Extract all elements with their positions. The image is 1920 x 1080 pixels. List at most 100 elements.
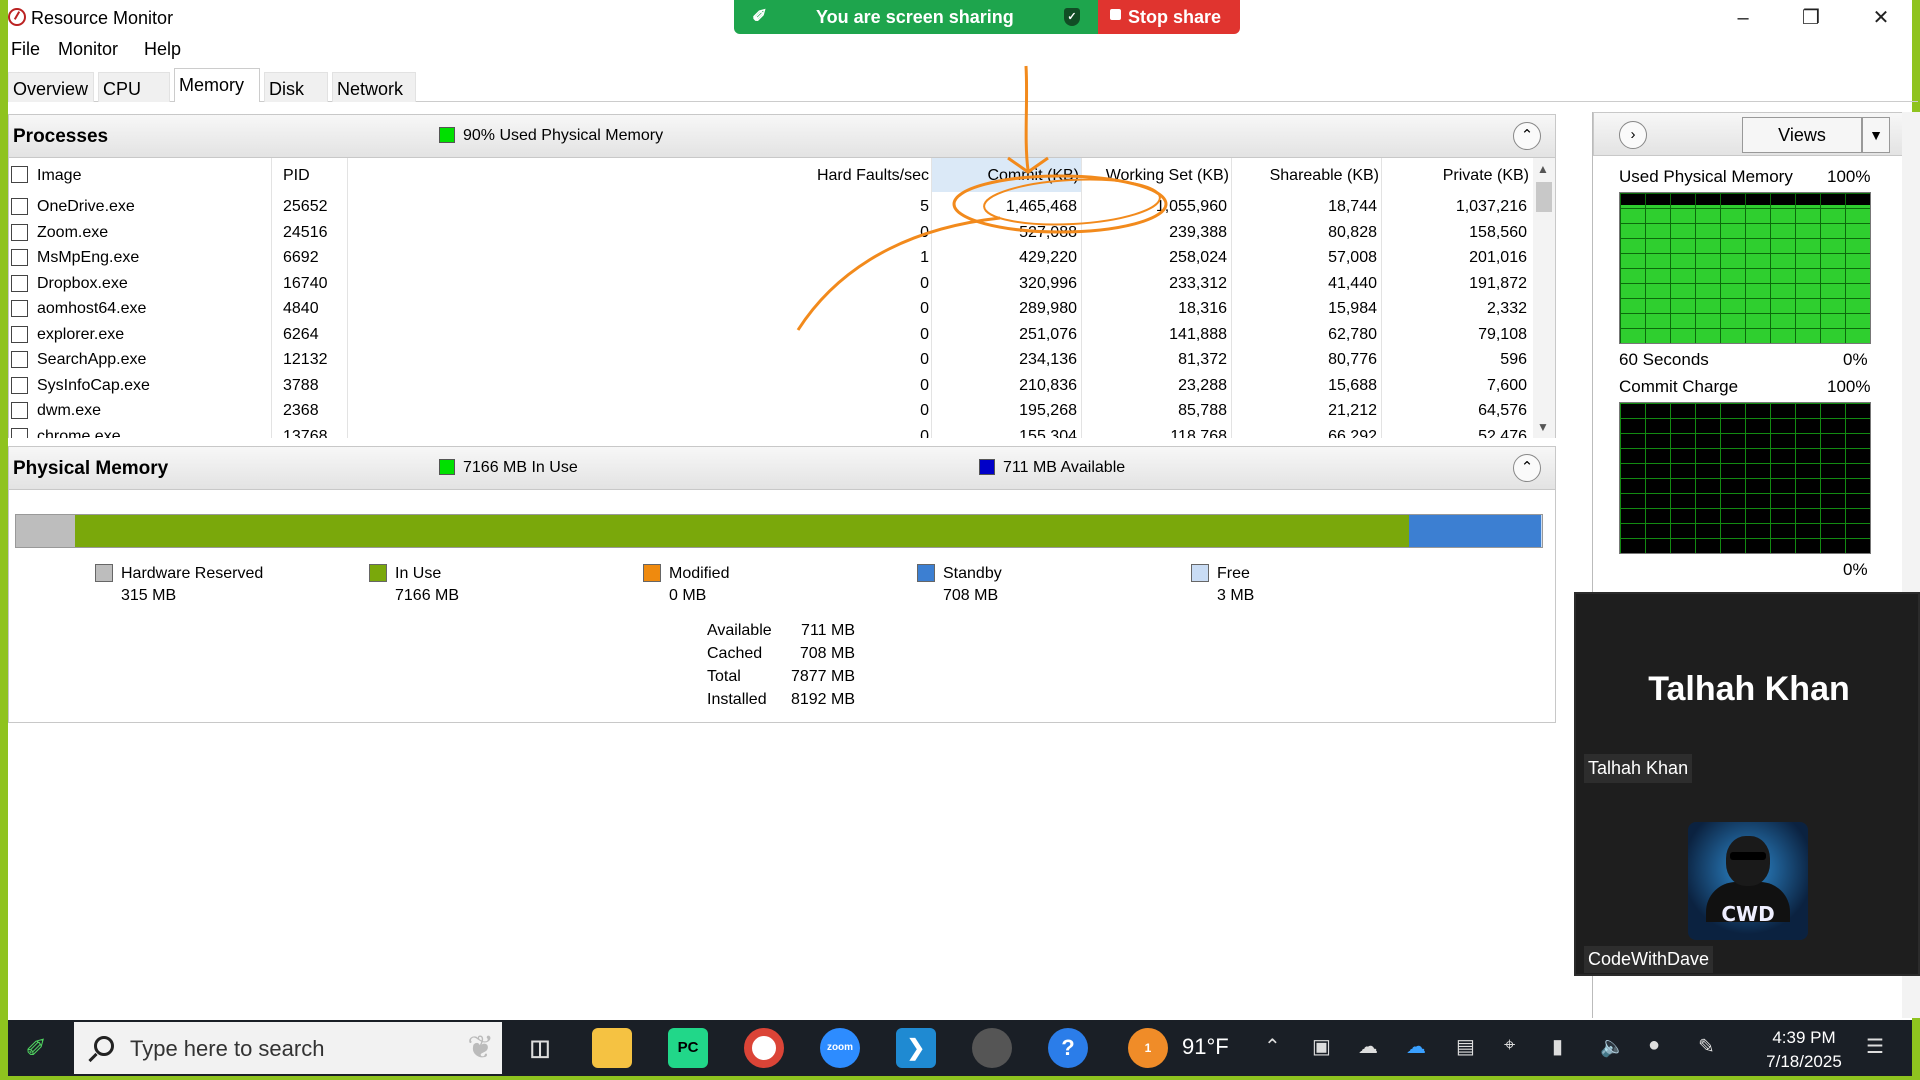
scroll-up-arrow-icon[interactable]: ▲ [1537, 162, 1549, 176]
cell-private: 158,560 [1469, 223, 1527, 241]
cell-commit: 195,268 [1019, 402, 1077, 419]
panel-toggle-arrow-icon[interactable]: › [1619, 121, 1647, 149]
meet-now-icon[interactable]: ▣ [1312, 1034, 1331, 1059]
in-use-label: In Use [395, 565, 442, 582]
row-checkbox[interactable] [11, 274, 28, 292]
cell-working-set: 85,788 [1178, 402, 1227, 419]
modified-label: Modified [669, 565, 730, 582]
physical-memory-header[interactable]: Physical Memory 7166 MB In Use 711 MB Av… [8, 446, 1556, 490]
file-explorer-icon[interactable] [592, 1028, 632, 1068]
menu-help[interactable]: Help [144, 39, 181, 60]
video-participant-tile[interactable]: Talhah Khan Talhah Khan CWD CodeWithDave [1574, 592, 1920, 976]
row-checkbox[interactable] [11, 351, 28, 368]
onedrive-blue-cloud-icon[interactable]: ☁ [1406, 1034, 1426, 1059]
table-row[interactable]: explorer.exe 6264 0 251,076 141,888 62,780 79,… [9, 322, 1529, 348]
notifications-icon[interactable]: ☰ [1866, 1034, 1884, 1059]
microphone-icon[interactable]: ● [1648, 1034, 1660, 1057]
stop-share-button[interactable]: Stop share [1098, 0, 1240, 34]
row-checkbox[interactable] [11, 223, 28, 241]
col-hard-faults[interactable]: Hard Faults/sec [769, 158, 929, 192]
help-icon[interactable]: ? [1048, 1028, 1088, 1068]
weather-icon[interactable]: 1 [1128, 1028, 1168, 1068]
show-hidden-icons-chevron-icon[interactable]: ⌃ [1264, 1034, 1281, 1059]
cell-pid: 6264 [283, 325, 319, 343]
cell-hard-faults: 0 [920, 223, 929, 241]
weather-temperature[interactable]: 91°F [1182, 1034, 1229, 1060]
cell-private: 2,332 [1486, 300, 1527, 317]
row-checkbox[interactable] [11, 198, 28, 215]
tab-network[interactable]: Network [332, 72, 416, 102]
onedrive-cloud-icon[interactable]: ☁ [1358, 1034, 1378, 1059]
table-row[interactable]: MsMpEng.exe 6692 1 429,220 258,024 57,008 201,… [9, 245, 1529, 271]
row-checkbox[interactable] [11, 376, 28, 394]
col-commit[interactable]: Commit (KB) [931, 158, 1079, 192]
tab-memory[interactable]: Memory [174, 68, 260, 102]
pycharm-icon[interactable]: PC [668, 1028, 708, 1068]
row-checkbox[interactable] [11, 300, 28, 317]
minimize-button[interactable]: – [1720, 4, 1766, 32]
col-pid[interactable]: PID [283, 158, 310, 192]
table-row[interactable]: Zoom.exe 24516 0 527,088 239,388 80,828 158,56… [9, 220, 1529, 246]
col-shareable[interactable]: Shareable (KB) [1233, 158, 1379, 192]
col-private[interactable]: Private (KB) [1383, 158, 1529, 192]
maximize-button[interactable]: ❐ [1788, 4, 1834, 32]
physical-memory-collapse-button[interactable]: ⌃ [1513, 454, 1541, 482]
display-icon[interactable]: ▤ [1456, 1034, 1475, 1059]
row-checkbox[interactable] [11, 427, 28, 438]
zoom-icon[interactable]: zoom [820, 1028, 860, 1068]
stat-cached-value: 708 MB [799, 645, 855, 662]
table-row[interactable]: Dropbox.exe 16740 0 320,996 233,312 41,440 191… [9, 271, 1529, 297]
table-row[interactable]: SearchApp.exe 12132 0 234,136 81,372 80,776 59… [9, 347, 1529, 373]
volume-icon[interactable]: 🔈 [1600, 1034, 1625, 1059]
select-all-checkbox[interactable] [11, 166, 28, 183]
stop-square-icon [1110, 9, 1121, 20]
tab-overview[interactable]: Overview [8, 72, 94, 102]
cell-shareable: 62,780 [1328, 325, 1377, 343]
free-label: Free [1217, 565, 1250, 582]
clock-date[interactable]: 7/18/2025 [1756, 1052, 1852, 1072]
processes-table: Image PID Hard Faults/sec Commit (KB) Wo… [8, 158, 1556, 438]
processes-scrollbar[interactable]: ▲ ▼ [1533, 158, 1555, 438]
pen-menu-icon[interactable]: ✎ [1698, 1034, 1715, 1059]
views-button[interactable]: Views [1742, 117, 1862, 153]
views-dropdown-icon[interactable]: ▼ [1862, 117, 1890, 153]
tab-disk[interactable]: Disk [264, 72, 328, 102]
menu-monitor[interactable]: Monitor [58, 39, 118, 60]
col-working-set[interactable]: Working Set (KB) [1083, 158, 1229, 192]
in-use-legend: 7166 MB In Use [463, 459, 578, 476]
row-checkbox[interactable] [11, 249, 28, 266]
task-view-icon[interactable]: ◫ [520, 1028, 560, 1068]
table-row[interactable]: dwm.exe 2368 0 195,268 85,788 21,212 64,576 [9, 398, 1529, 424]
cell-image: OneDrive.exe [37, 198, 135, 215]
close-button[interactable]: ✕ [1858, 4, 1904, 32]
tab-cpu[interactable]: CPU [98, 72, 170, 102]
chrome-icon[interactable] [744, 1028, 784, 1068]
annotate-pencil-icon[interactable]: ✐ [752, 6, 767, 27]
cell-hard-faults: 1 [920, 249, 929, 266]
scroll-thumb[interactable] [1536, 182, 1552, 212]
row-checkbox[interactable] [11, 325, 28, 343]
clock-time[interactable]: 4:39 PM [1756, 1028, 1852, 1048]
pen-start-icon[interactable]: ✐ [8, 1020, 64, 1076]
processes-collapse-button[interactable]: ⌃ [1513, 122, 1541, 150]
cell-shareable: 66,292 [1328, 427, 1377, 439]
physical-memory-panel: Hardware Reserved 315 MB In Use 7166 MB … [8, 490, 1556, 723]
cell-pid: 24516 [283, 223, 328, 241]
wifi-icon[interactable]: ⌖ [1504, 1034, 1515, 1057]
scroll-down-arrow-icon[interactable]: ▼ [1537, 420, 1549, 434]
table-row[interactable]: SysInfoCap.exe 3788 0 210,836 23,288 15,688 7,… [9, 373, 1529, 399]
processes-title: Processes [13, 126, 109, 147]
table-row[interactable]: chrome.exe 13768 0 155,304 118,768 66,292 52,4… [9, 424, 1529, 439]
table-row[interactable]: aomhost64.exe 4840 0 289,980 18,316 15,984 2,3… [9, 296, 1529, 322]
in-use-value: 7166 MB [395, 587, 460, 604]
cell-pid: 16740 [283, 274, 328, 292]
table-row[interactable]: OneDrive.exe 25652 5 1,465,468 1,055,960 18,7… [9, 194, 1529, 220]
row-checkbox[interactable] [11, 402, 28, 419]
col-image[interactable]: Image [37, 158, 81, 192]
battery-icon[interactable]: ▮ [1552, 1034, 1563, 1059]
processes-header[interactable]: Processes 90% Used Physical Memory ⌃ [8, 114, 1556, 158]
taskbar-search-box[interactable]: Type here to search ❦ [74, 1022, 502, 1074]
menu-file[interactable]: File [11, 39, 40, 60]
resource-monitor-taskbar-icon[interactable] [972, 1028, 1012, 1068]
vscode-icon[interactable]: ❯ [896, 1028, 936, 1068]
